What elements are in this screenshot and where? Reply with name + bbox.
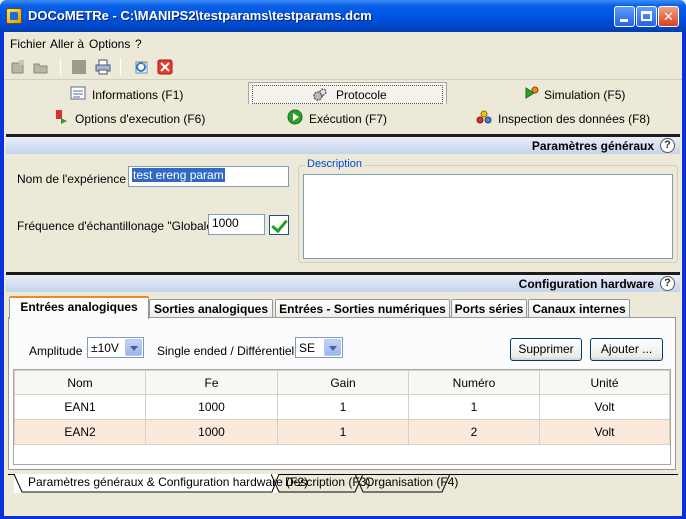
print-icon[interactable]	[95, 59, 111, 75]
tab-entrees-sorties-numeriques[interactable]: Entrées - Sorties numériques	[275, 299, 450, 319]
cell-fe[interactable]: 1000	[145, 394, 278, 420]
general-section-title: Paramètres généraux	[531, 139, 654, 153]
minimize-button[interactable]	[614, 6, 635, 27]
tab-canaux-internes[interactable]: Canaux internes	[528, 299, 630, 319]
options-icon	[56, 110, 67, 124]
general-section-header: Paramètres généraux ?	[6, 134, 680, 154]
cell-unite[interactable]: Volt	[539, 419, 670, 445]
column-header-nom[interactable]: Nom	[14, 370, 146, 395]
cell-numero[interactable]: 2	[408, 419, 540, 445]
client-area: Fichier Aller à Options ? Informations (…	[4, 32, 682, 516]
tab-execution[interactable]: Exécution (F7)	[287, 108, 417, 130]
tab-informations-label: Informations (F1)	[92, 88, 184, 102]
chevron-down-icon[interactable]	[324, 339, 341, 356]
cell-fe[interactable]: 1000	[145, 419, 278, 445]
column-header-fe[interactable]: Fe	[145, 370, 278, 395]
tab-ports-series[interactable]: Ports séries	[451, 299, 527, 319]
description-textarea[interactable]	[303, 174, 673, 259]
tab-inspection-label: Inspection des données (F8)	[498, 112, 651, 126]
cell-unite[interactable]: Volt	[539, 394, 670, 420]
frequency-label: Fréquence d'échantillonage "Globale" :	[17, 219, 224, 233]
cell-nom[interactable]: EAN1	[14, 394, 146, 420]
bottom-tab-bar: Paramètres généraux & Configuration hard…	[8, 474, 678, 494]
help-icon[interactable]: ?	[660, 276, 675, 291]
delete-icon[interactable]	[157, 59, 173, 75]
tab-sorties-analogiques[interactable]: Sorties analogiques	[149, 299, 273, 319]
column-header-numero[interactable]: Numéro	[408, 370, 540, 395]
menu-options[interactable]: Options	[87, 37, 132, 51]
column-header-unite[interactable]: Unité	[539, 370, 670, 395]
refresh-icon[interactable]	[133, 59, 149, 75]
tab-organisation-label: Organisation (F4)	[365, 475, 459, 489]
cell-gain[interactable]: 1	[277, 419, 409, 445]
tab-organisation[interactable]: Organisation (F4)	[355, 474, 458, 493]
toolbar-separator	[120, 58, 121, 76]
tab-simulation[interactable]: Simulation (F5)	[520, 84, 650, 106]
experiment-name-value: test ereng param	[132, 168, 225, 182]
column-header-gain[interactable]: Gain	[277, 370, 409, 395]
menu-aller[interactable]: Aller à	[48, 37, 86, 51]
tab-inspection[interactable]: Inspection des données (F8)	[474, 108, 664, 130]
info-doc-icon	[70, 86, 86, 100]
chevron-down-icon[interactable]	[125, 339, 142, 356]
tab-simulation-label: Simulation (F5)	[544, 88, 626, 102]
help-icon[interactable]: ?	[660, 138, 675, 153]
maximize-icon	[641, 11, 652, 21]
experiment-name-label: Nom de l'expérience :	[17, 172, 133, 186]
amplitude-value: ±10V	[91, 341, 119, 355]
tab-options-execution[interactable]: Options d'execution (F6)	[52, 108, 232, 130]
apply-check-button[interactable]	[269, 215, 289, 235]
table-row[interactable]: EAN2 1000 1 2 Volt	[14, 419, 670, 445]
app-window: DOCoMETRe - C:\MANIPS2\testparams\testpa…	[0, 0, 686, 519]
tab-protocole-label: Protocole	[336, 88, 387, 102]
remove-button[interactable]: Supprimer	[510, 338, 582, 361]
gears-icon	[313, 88, 327, 101]
mode-select[interactable]: SE	[295, 337, 343, 358]
mode-value: SE	[299, 341, 316, 355]
tab-protocole[interactable]: Protocole	[248, 82, 447, 104]
tab-entrees-analogiques[interactable]: Entrées analogiques	[9, 296, 149, 319]
description-group: Description	[298, 158, 678, 263]
table-header-row: Nom Fe Gain Numéro Unité	[14, 370, 670, 395]
cell-numero[interactable]: 1	[408, 394, 540, 420]
maximize-button[interactable]	[636, 6, 657, 27]
menu-help[interactable]: ?	[133, 37, 144, 51]
channels-table: Nom Fe Gain Numéro Unité EAN1 1000 1 1 V…	[13, 369, 671, 465]
add-button[interactable]: Ajouter ...	[590, 338, 663, 361]
new-icon[interactable]	[10, 59, 26, 75]
title-bar[interactable]: DOCoMETRe - C:\MANIPS2\testparams\testpa…	[0, 0, 686, 32]
analog-inputs-panel: Amplitude : ±10V Single ended / Différen…	[8, 317, 676, 470]
save-icon[interactable]	[71, 59, 87, 75]
play-icon	[287, 109, 303, 125]
cell-gain[interactable]: 1	[277, 394, 409, 420]
mode-label: Single ended / Différentiel :	[157, 344, 301, 358]
open-icon[interactable]	[33, 59, 49, 75]
hardware-section-header: Configuration hardware ?	[6, 272, 680, 292]
tab-parametres-generaux-label: Paramètres généraux & Configuration hard…	[28, 475, 309, 489]
hardware-section-title: Configuration hardware	[518, 277, 654, 291]
toolbar-separator	[60, 58, 61, 76]
menu-fichier[interactable]: Fichier	[8, 37, 48, 51]
frequency-input[interactable]: 1000	[208, 214, 265, 235]
cell-nom[interactable]: EAN2	[14, 419, 146, 445]
tab-execution-label: Exécution (F7)	[309, 112, 388, 126]
experiment-name-input[interactable]: test ereng param	[128, 166, 289, 187]
table-row[interactable]: EAN1 1000 1 1 Volt	[14, 394, 670, 420]
menu-bar: Fichier Aller à Options ?	[4, 34, 682, 52]
tab-description[interactable]: Description (F3)	[271, 474, 370, 493]
app-icon[interactable]	[6, 8, 22, 24]
tab-informations[interactable]: Informations (F1)	[66, 84, 226, 106]
tab-options-execution-label: Options d'execution (F6)	[75, 112, 206, 126]
close-button[interactable]: ✕	[658, 6, 679, 27]
toolbar	[4, 54, 682, 80]
minimize-icon	[620, 19, 628, 22]
description-label: Description	[305, 158, 365, 170]
tab-parametres-generaux[interactable]: Paramètres généraux & Configuration hard…	[14, 474, 308, 493]
inspect-icon	[476, 110, 492, 124]
amplitude-label: Amplitude :	[29, 344, 90, 358]
window-title: DOCoMETRe - C:\MANIPS2\testparams\testpa…	[28, 8, 372, 23]
simulation-icon	[525, 86, 539, 99]
amplitude-select[interactable]: ±10V	[87, 337, 144, 358]
